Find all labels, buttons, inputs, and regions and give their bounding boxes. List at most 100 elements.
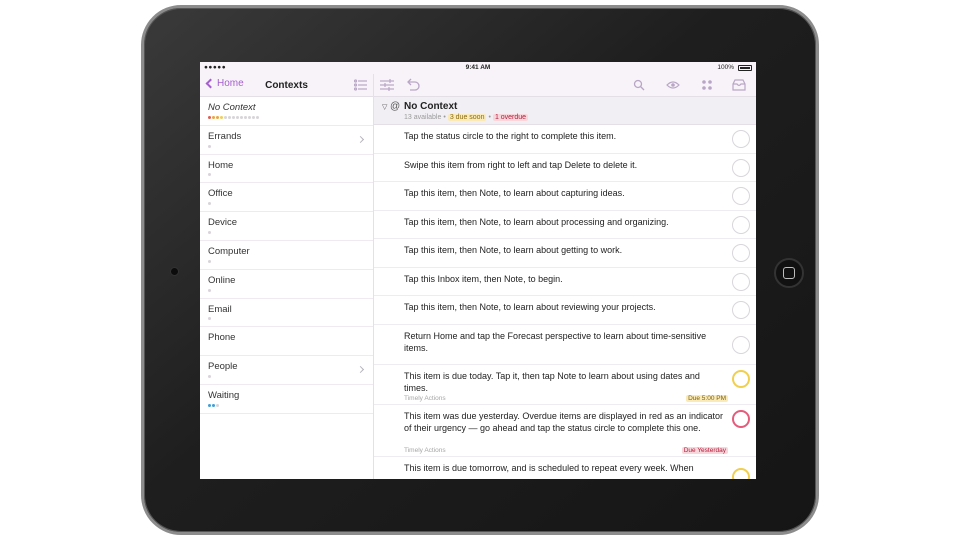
availability-dot	[236, 115, 239, 119]
status-circle[interactable]	[732, 301, 750, 320]
sidebar-item-online[interactable]: Online	[200, 270, 373, 299]
availability-dot	[208, 374, 211, 378]
battery-percent: 100%	[717, 64, 734, 71]
status-circle[interactable]	[732, 130, 750, 149]
status-circle[interactable]	[732, 244, 750, 263]
task-row[interactable]: Return Home and tap the Forecast perspec…	[374, 325, 756, 365]
task-row[interactable]: Tap this item, then Note, to learn about…	[374, 182, 756, 211]
task-project: Timely Actions	[404, 394, 446, 402]
availability-dots	[208, 317, 211, 321]
sidebar-nav-bar: Home Contexts	[200, 74, 373, 97]
availability-dot	[208, 259, 211, 263]
availability-dot	[208, 288, 211, 292]
group-meta: 13 available • 3 due soon • 1 overdue	[404, 114, 529, 121]
sidebar-item-label: Waiting	[208, 389, 240, 401]
availability-dot	[208, 317, 211, 321]
group-header-no-context[interactable]: ▽ @ No Context 13 available • 3 due soon…	[374, 97, 756, 125]
task-title: Return Home and tap the Forecast perspec…	[404, 330, 707, 353]
sidebar-item-label: Email	[208, 303, 232, 315]
due-badge: Due Yesterday	[681, 446, 728, 454]
available-count: 13 available	[404, 114, 442, 121]
inbox-icon[interactable]	[732, 78, 746, 92]
home-button-icon	[783, 267, 795, 279]
sidebar-title: Contexts	[265, 80, 308, 91]
status-circle[interactable]	[732, 272, 750, 291]
status-bar: ●●●●● 9:41 AM 100%	[200, 62, 756, 74]
sidebar: Home Contexts No Context Errands Home Offic…	[200, 74, 374, 479]
task-row[interactable]: Tap this Inbox item, then Note, to begin…	[374, 268, 756, 296]
sidebar-item-email[interactable]: Email	[200, 299, 373, 328]
availability-dots	[208, 259, 211, 264]
availability-dot	[208, 202, 211, 206]
sidebar-item-label: Device	[208, 217, 238, 229]
task-row[interactable]: Tap this item, then Note, to learn about…	[374, 239, 756, 268]
outline-list-icon[interactable]	[354, 79, 367, 91]
availability-dot	[208, 230, 211, 234]
view-eye-icon[interactable]	[666, 78, 680, 92]
availability-dot	[212, 115, 215, 119]
task-row[interactable]: This item is due tomorrow, and is schedu…	[374, 457, 756, 479]
availability-dot	[208, 173, 211, 177]
status-circle[interactable]	[732, 335, 750, 354]
disclosure-triangle-icon[interactable]: ▽	[382, 103, 387, 111]
meta-separator: •	[443, 114, 446, 121]
status-circle[interactable]	[732, 187, 750, 206]
sidebar-item-device[interactable]: Device	[200, 212, 373, 241]
status-circle[interactable]	[732, 409, 750, 428]
availability-dots	[208, 403, 219, 408]
task-title: Tap this item, then Note, to learn about…	[404, 302, 656, 312]
sidebar-item-errands[interactable]: Errands	[200, 126, 373, 155]
availability-dots	[208, 173, 211, 177]
screen: ●●●●● 9:41 AM 100% Home Contexts No Cont…	[200, 62, 756, 479]
availability-dot	[212, 403, 215, 407]
task-title: Tap this item, then Note, to learn about…	[404, 216, 669, 227]
search-icon[interactable]	[632, 78, 646, 92]
context-at-icon: @	[390, 101, 401, 112]
availability-dots	[208, 230, 211, 235]
sidebar-toggle-icon[interactable]	[380, 78, 394, 92]
status-circle[interactable]	[732, 158, 750, 177]
sidebar-item-no-context[interactable]: No Context	[200, 97, 373, 126]
task-title: Tap this Inbox item, then Note, to begin…	[404, 273, 563, 284]
task-title: Tap this item, then Note, to learn about…	[404, 188, 625, 198]
sidebar-item-label: No Context	[208, 102, 256, 113]
task-row[interactable]: Tap the status circle to the right to co…	[374, 125, 756, 154]
sidebar-item-label: Errands	[208, 130, 242, 142]
availability-dot	[244, 115, 247, 119]
availability-dot	[252, 115, 255, 119]
main-toolbar	[374, 74, 756, 97]
status-circle[interactable]	[732, 369, 750, 388]
task-row[interactable]: Tap this item, then Note, to learn about…	[374, 211, 756, 239]
availability-dots	[208, 144, 211, 149]
sidebar-item-computer[interactable]: Computer	[200, 241, 373, 270]
sidebar-item-home[interactable]: Home	[200, 155, 373, 184]
sidebar-item-label: People	[208, 361, 238, 373]
availability-dots	[208, 288, 211, 293]
task-row[interactable]: Tap this item, then Note, to learn about…	[374, 296, 756, 325]
status-circle[interactable]	[732, 467, 750, 479]
sidebar-item-office[interactable]: Office	[200, 183, 373, 213]
sidebar-item-label: Online	[208, 274, 236, 286]
availability-dot	[248, 115, 251, 119]
sidebar-item-phone[interactable]: Phone	[200, 327, 373, 357]
status-circle[interactable]	[732, 215, 750, 234]
main-pane: ▽ @ No Context 13 available • 3 due soon…	[374, 74, 756, 479]
availability-dot	[256, 115, 259, 119]
sidebar-item-label: Phone	[208, 332, 236, 344]
task-title: This item was due yesterday. Overdue ite…	[404, 410, 723, 433]
availability-dot	[216, 115, 219, 119]
availability-dots	[208, 374, 211, 379]
task-row[interactable]: Swipe this item from right to left and t…	[374, 154, 756, 182]
undo-icon[interactable]	[406, 78, 420, 92]
meta-separator-2: •	[488, 114, 491, 121]
sidebar-item-label: Home	[208, 159, 234, 171]
sidebar-item-people[interactable]: People	[200, 356, 373, 385]
quick-entry-icon[interactable]	[700, 78, 714, 92]
status-time: 9:41 AM	[465, 64, 491, 71]
availability-dot	[232, 115, 235, 119]
home-button[interactable]	[774, 258, 804, 288]
sidebar-item-waiting[interactable]: Waiting	[200, 385, 373, 414]
availability-dots	[208, 115, 259, 120]
task-row[interactable]: This item is due today. Tap it, then tap…	[374, 365, 756, 405]
task-row[interactable]: This item was due yesterday. Overdue ite…	[374, 405, 756, 457]
